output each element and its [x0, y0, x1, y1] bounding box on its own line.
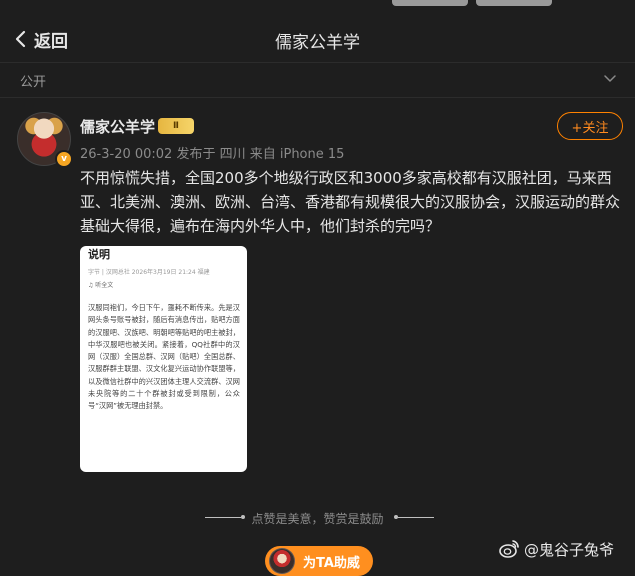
watermark-text: @鬼谷子兔爷 — [524, 540, 615, 559]
vip-badge: Ⅱ — [158, 118, 194, 134]
image-listen: ♫ 听全文 — [88, 282, 114, 289]
reward-divider: 点赞是美意，赞赏是鼓励 — [0, 510, 635, 526]
reward-avatar — [269, 548, 295, 574]
visibility-selector[interactable]: 公开 — [0, 62, 635, 98]
reward-button[interactable]: 为TA助威 — [265, 546, 373, 576]
status-bar — [0, 0, 635, 16]
follow-button[interactable]: +关注 — [557, 112, 623, 140]
image-title: 说明 — [88, 248, 110, 261]
divider-text: 点赞是美意，赞赏是鼓励 — [251, 512, 384, 526]
chevron-down-icon — [604, 75, 616, 82]
author-name[interactable]: 儒家公羊学 — [80, 116, 155, 137]
watermark: @鬼谷子兔爷 — [498, 538, 614, 560]
verified-badge: v — [55, 150, 73, 168]
page-title: 儒家公羊学 — [275, 33, 360, 53]
navigation-bar: 返回 儒家公羊学 — [0, 16, 635, 62]
reward-label: 为TA助威 — [303, 555, 360, 571]
divider-line — [398, 517, 434, 518]
post-image[interactable]: 说明 字节 | 汉网总社 2026年3月19日 21:24 福建 ♫ 听全文 汉… — [80, 246, 247, 472]
status-indicator — [392, 0, 468, 6]
status-indicator — [476, 0, 552, 6]
post-meta: 26-3-20 00:02 发布于 四川 来自 iPhone 15 — [80, 147, 345, 162]
post-text: 不用惊慌失措，全国200多个地级行政区和3000多家高校都有汉服社团，马来西亚、… — [80, 169, 621, 235]
image-body: 汉服同袍们，今日下午，噩耗不断传来。先是汉网头条号账号被封，随后有消息传出，贴吧… — [88, 303, 240, 411]
image-source: 字节 | 汉网总社 2026年3月19日 21:24 福建 — [88, 269, 210, 276]
visibility-label: 公开 — [20, 75, 47, 90]
weibo-logo-icon — [499, 540, 519, 558]
